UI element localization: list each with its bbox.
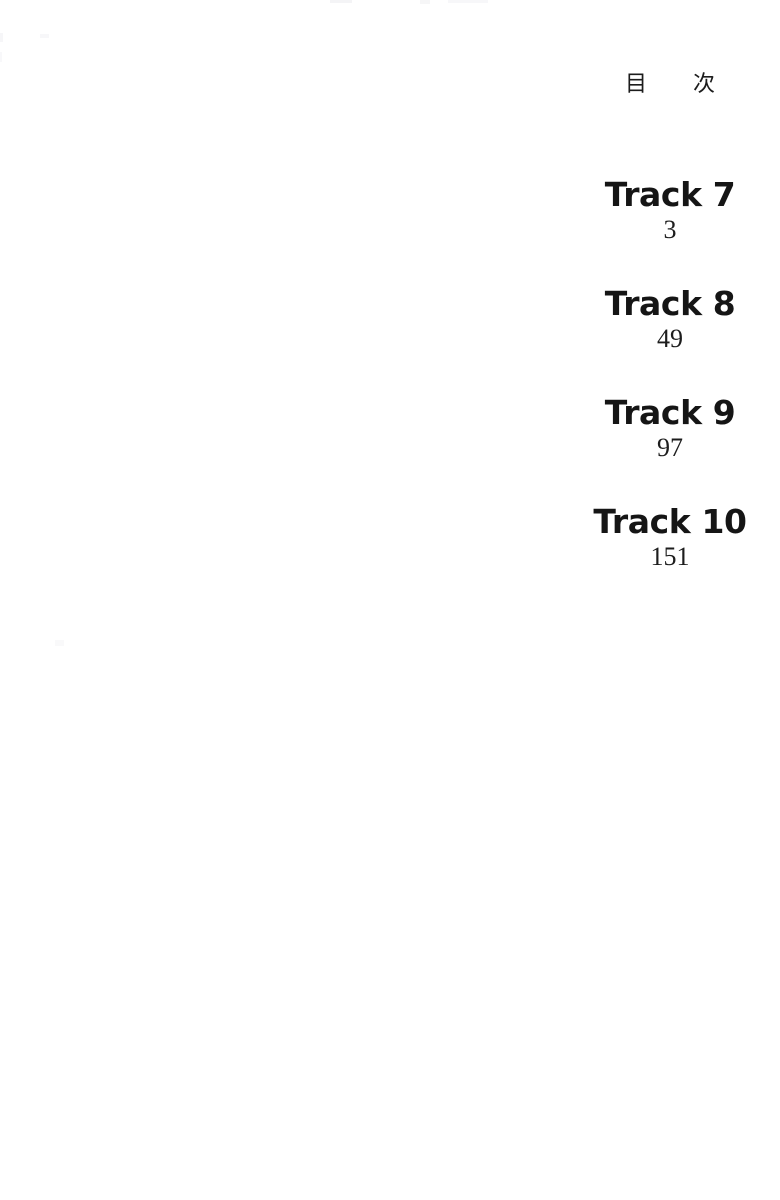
toc-entry-page-number: 49 bbox=[657, 324, 683, 353]
toc-entry-heading: Track 10 bbox=[593, 502, 747, 541]
toc-entry-heading: Track 9 bbox=[604, 393, 736, 432]
scan-artifact bbox=[448, 0, 488, 3]
toc-entry-heading: Track 7 bbox=[604, 175, 736, 214]
scan-artifact bbox=[55, 640, 64, 646]
scan-artifact bbox=[420, 0, 430, 4]
scan-artifact bbox=[0, 33, 3, 42]
toc-entry-heading: Track 8 bbox=[604, 284, 736, 323]
toc-entry-list: Track 7 3 Track 8 49 Track 9 97 Track 10… bbox=[560, 178, 780, 614]
toc-entry[interactable]: Track 9 97 bbox=[560, 396, 780, 505]
scan-artifact bbox=[330, 0, 352, 3]
toc-entry-page-number: 151 bbox=[650, 542, 690, 571]
toc-entry-page-number: 97 bbox=[657, 433, 683, 462]
scan-artifact bbox=[0, 52, 2, 62]
scanned-toc-page: 目 次 Track 7 3 Track 8 49 Track 9 97 Trac… bbox=[0, 0, 780, 1200]
toc-entry[interactable]: Track 10 151 bbox=[560, 505, 780, 614]
page-title: 目 次 bbox=[624, 72, 727, 97]
scan-artifact bbox=[40, 34, 49, 38]
toc-entry[interactable]: Track 7 3 bbox=[560, 178, 780, 287]
toc-entry[interactable]: Track 8 49 bbox=[560, 287, 780, 396]
toc-entry-page-number: 3 bbox=[663, 215, 677, 244]
